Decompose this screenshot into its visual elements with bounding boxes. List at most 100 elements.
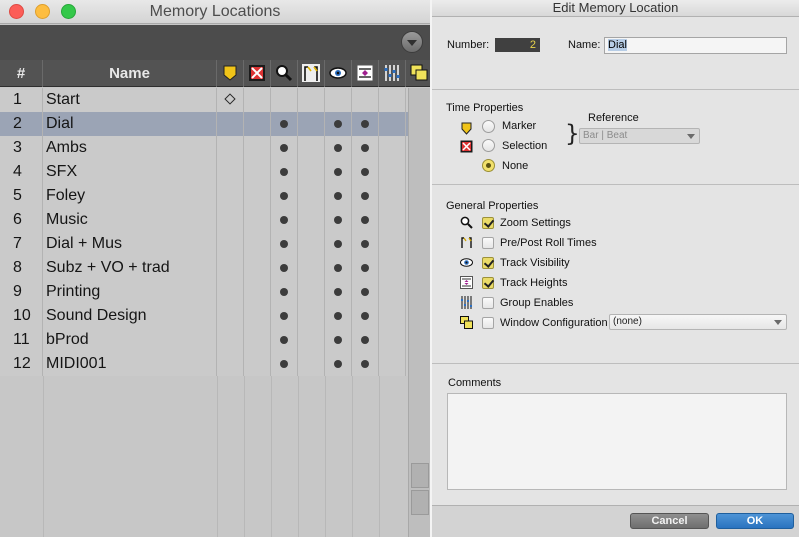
row-property-cell[interactable]	[271, 232, 298, 256]
zoom-icon[interactable]	[271, 60, 298, 87]
row-property-cell[interactable]	[325, 160, 352, 184]
group-enables-icon[interactable]	[379, 60, 406, 87]
table-row[interactable]: 9 Printing	[0, 280, 408, 304]
row-property-cell[interactable]	[379, 88, 406, 112]
row-property-cell[interactable]	[352, 184, 379, 208]
row-property-cell[interactable]	[244, 232, 271, 256]
row-property-cell[interactable]	[244, 112, 271, 136]
row-property-cell[interactable]	[352, 208, 379, 232]
row-property-cell[interactable]	[244, 328, 271, 352]
row-property-cell[interactable]	[271, 112, 298, 136]
row-name[interactable]: SFX	[43, 160, 217, 184]
row-property-cell[interactable]	[352, 328, 379, 352]
row-property-cell[interactable]	[271, 208, 298, 232]
table-row[interactable]: 7 Dial + Mus	[0, 232, 408, 256]
row-property-cell[interactable]	[271, 280, 298, 304]
row-property-cell[interactable]	[298, 208, 325, 232]
row-property-cell[interactable]	[217, 184, 244, 208]
number-field[interactable]: 2	[495, 38, 540, 52]
row-name[interactable]: MIDI001	[43, 352, 217, 376]
window-config-icon[interactable]	[406, 60, 430, 87]
row-name[interactable]: Dial + Mus	[43, 232, 217, 256]
table-row[interactable]: 10 Sound Design	[0, 304, 408, 328]
row-property-cell[interactable]	[217, 112, 244, 136]
marker-icon[interactable]	[217, 60, 244, 87]
row-name[interactable]: Start	[43, 88, 217, 112]
none-radio[interactable]	[482, 159, 495, 172]
row-name[interactable]: bProd	[43, 328, 217, 352]
row-property-cell[interactable]	[244, 184, 271, 208]
zoom-settings-checkbox[interactable]	[482, 217, 494, 229]
row-property-cell[interactable]	[298, 352, 325, 376]
row-property-cell[interactable]	[298, 232, 325, 256]
row-property-cell[interactable]	[217, 328, 244, 352]
row-property-cell[interactable]	[298, 112, 325, 136]
row-property-cell[interactable]	[298, 88, 325, 112]
row-property-cell[interactable]	[271, 184, 298, 208]
row-property-cell[interactable]	[298, 184, 325, 208]
row-property-cell[interactable]	[271, 136, 298, 160]
reference-select[interactable]: Bar | Beat	[579, 128, 700, 144]
row-property-cell[interactable]	[244, 256, 271, 280]
row-property-cell[interactable]	[352, 352, 379, 376]
row-property-cell[interactable]	[217, 256, 244, 280]
row-property-cell[interactable]	[217, 304, 244, 328]
row-property-cell[interactable]	[379, 136, 406, 160]
row-name[interactable]: Sound Design	[43, 304, 217, 328]
row-property-cell[interactable]	[325, 280, 352, 304]
row-property-cell[interactable]	[271, 256, 298, 280]
comments-textarea[interactable]	[447, 393, 787, 490]
row-property-cell[interactable]	[271, 328, 298, 352]
row-property-cell[interactable]	[298, 304, 325, 328]
row-property-cell[interactable]	[271, 304, 298, 328]
row-property-cell[interactable]	[325, 256, 352, 280]
table-row[interactable]: 6 Music	[0, 208, 408, 232]
table-row[interactable]: 11 bProd	[0, 328, 408, 352]
scroll-down-button[interactable]	[411, 490, 429, 515]
row-property-cell[interactable]	[244, 280, 271, 304]
group-enables-checkbox[interactable]	[482, 297, 494, 309]
table-row[interactable]: 5 Foley	[0, 184, 408, 208]
row-property-cell[interactable]	[325, 352, 352, 376]
row-name[interactable]: Subz + VO + trad	[43, 256, 217, 280]
row-property-cell[interactable]	[352, 256, 379, 280]
row-property-cell[interactable]	[352, 160, 379, 184]
pre-post-roll-checkbox[interactable]	[482, 237, 494, 249]
track-visibility-icon[interactable]	[325, 60, 352, 87]
window-configuration-select[interactable]: (none)	[609, 314, 787, 330]
row-property-cell[interactable]	[325, 112, 352, 136]
row-property-cell[interactable]	[379, 232, 406, 256]
name-field[interactable]: Dial	[604, 37, 787, 54]
options-menu-button[interactable]	[401, 31, 423, 53]
row-property-cell[interactable]	[298, 256, 325, 280]
row-property-cell[interactable]	[217, 160, 244, 184]
row-property-cell[interactable]	[325, 88, 352, 112]
scroll-up-button[interactable]	[411, 463, 429, 488]
row-property-cell[interactable]	[271, 352, 298, 376]
track-heights-checkbox[interactable]	[482, 277, 494, 289]
row-property-cell[interactable]	[379, 160, 406, 184]
row-property-cell[interactable]	[325, 208, 352, 232]
row-property-cell[interactable]	[379, 304, 406, 328]
track-heights-icon[interactable]	[352, 60, 379, 87]
track-visibility-checkbox[interactable]	[482, 257, 494, 269]
row-property-cell[interactable]	[325, 232, 352, 256]
marker-radio[interactable]	[482, 120, 495, 133]
row-property-cell[interactable]	[379, 328, 406, 352]
row-name[interactable]: Dial	[43, 112, 217, 136]
row-property-cell[interactable]	[352, 304, 379, 328]
row-property-cell[interactable]	[352, 232, 379, 256]
selection-radio[interactable]	[482, 139, 495, 152]
row-name[interactable]: Ambs	[43, 136, 217, 160]
cancel-button[interactable]: Cancel	[630, 513, 709, 529]
row-property-cell[interactable]	[244, 136, 271, 160]
row-property-cell[interactable]	[298, 136, 325, 160]
table-row[interactable]: 4 SFX	[0, 160, 408, 184]
table-row[interactable]: 2 Dial	[0, 112, 408, 136]
row-property-cell[interactable]	[217, 280, 244, 304]
row-property-cell[interactable]	[244, 352, 271, 376]
row-property-cell[interactable]	[325, 304, 352, 328]
column-number-header[interactable]: #	[0, 60, 43, 87]
row-property-cell[interactable]	[217, 352, 244, 376]
row-property-cell[interactable]	[244, 160, 271, 184]
